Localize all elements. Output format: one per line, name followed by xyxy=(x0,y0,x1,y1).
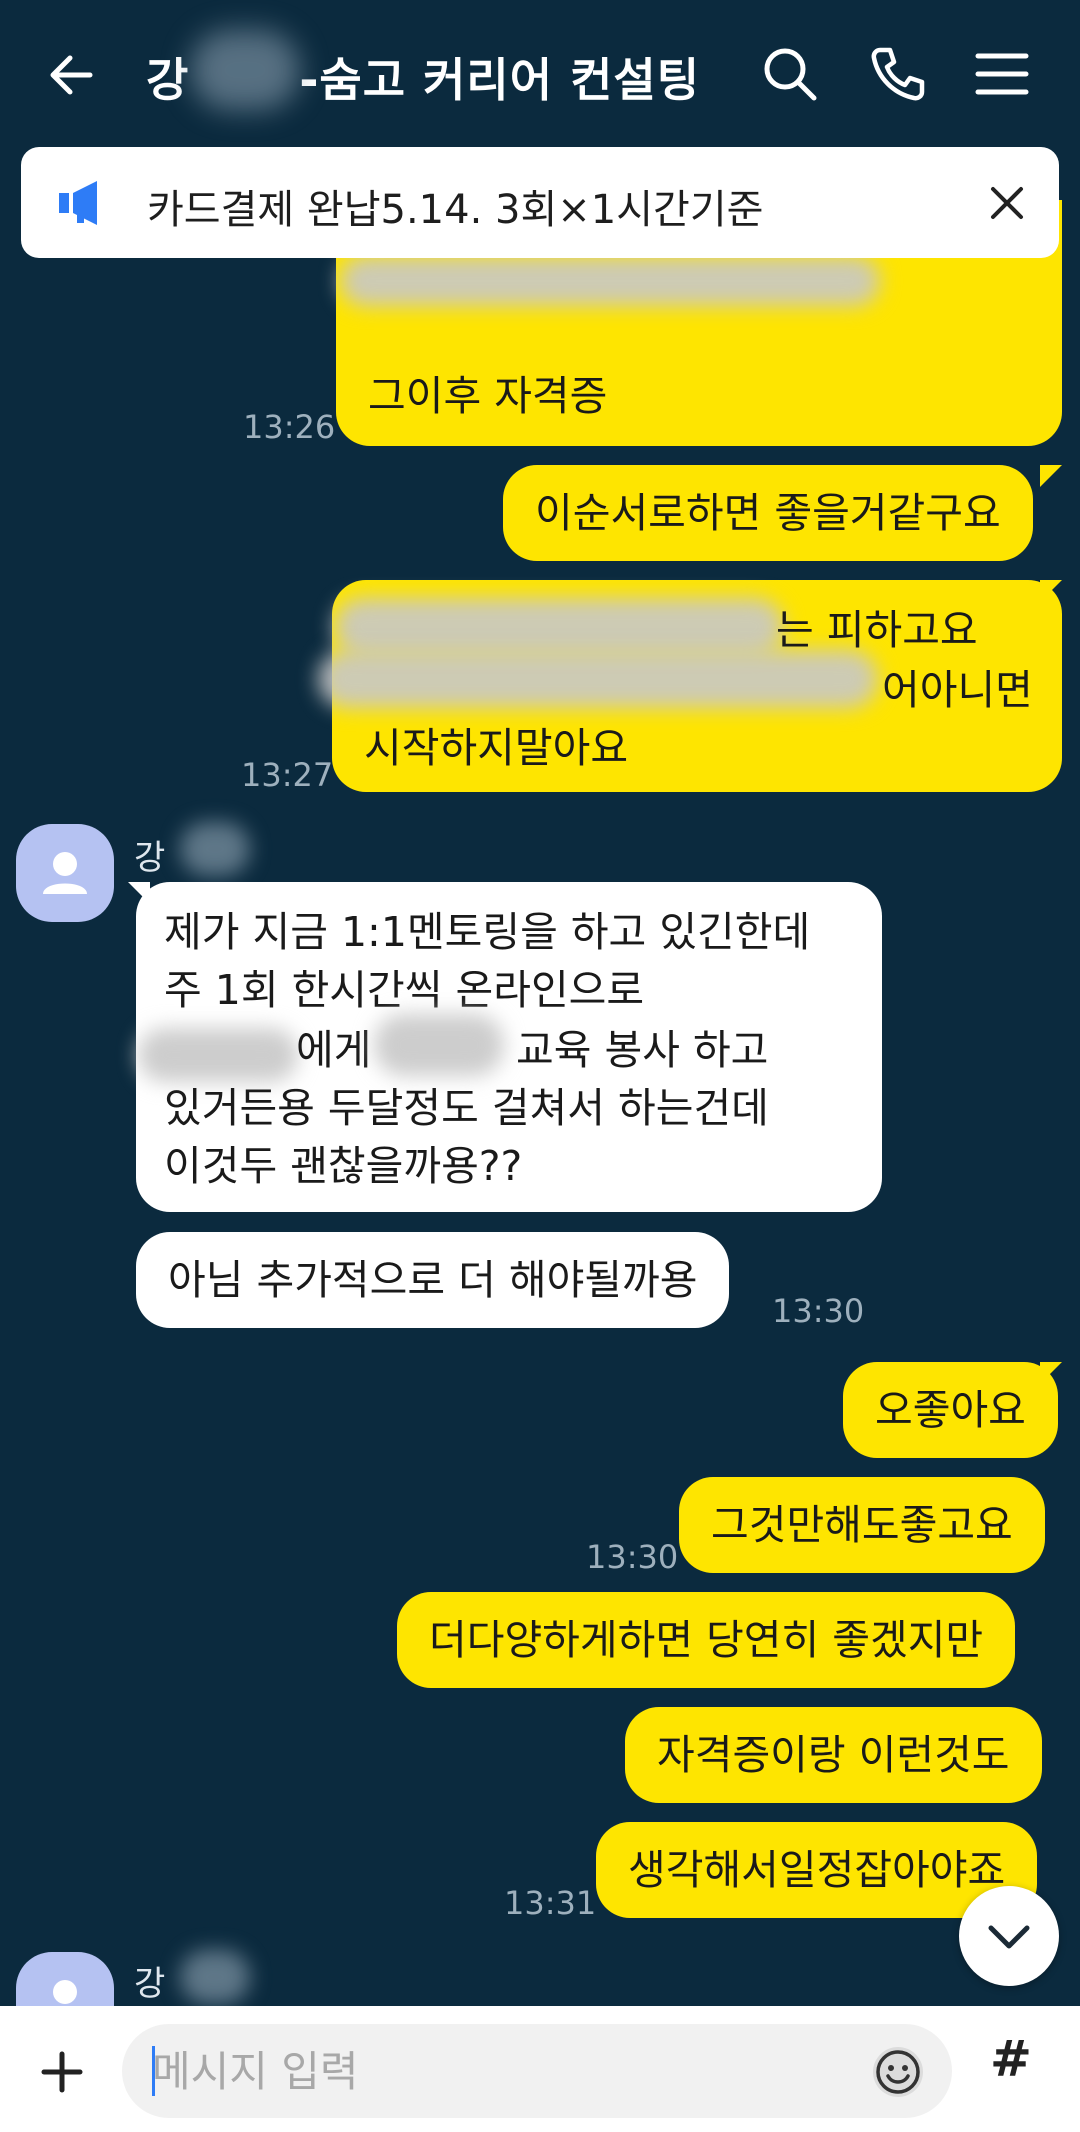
bubble-tail xyxy=(1040,580,1062,602)
message-text: 더다양하게하면 당연히 좋겠지만 xyxy=(429,1616,984,1664)
user-icon xyxy=(43,852,87,894)
message-input[interactable] xyxy=(152,2038,852,2104)
message-text: 아님 추가적으로 더 해야될까용 xyxy=(168,1256,698,1304)
message-time: 13:30 xyxy=(772,1292,865,1330)
redacted-name-blur xyxy=(180,822,250,876)
message-text: 자격증이랑 이런것도 xyxy=(657,1731,1010,1779)
message-text-line: 있거든용 두달정도 걸쳐서 하는건데 xyxy=(164,1084,769,1132)
plus-icon[interactable] xyxy=(32,2042,92,2102)
redacted-name-blur xyxy=(180,1950,250,2004)
my-message-bubble[interactable]: 이순서로하면 좋을거같구요 xyxy=(503,465,1033,561)
close-icon[interactable] xyxy=(989,185,1025,221)
their-message-bubble[interactable]: 아님 추가적으로 더 해야될까용 xyxy=(136,1232,730,1328)
emoji-icon[interactable] xyxy=(870,2044,926,2100)
sender-name: 강 xyxy=(134,1964,166,2004)
chat-header: 강 -숨고 커리어 컨설팅 xyxy=(0,0,1080,145)
search-icon[interactable] xyxy=(758,42,822,106)
message-text-line: 는 피하고요 xyxy=(776,606,978,654)
message-text-line: 이것두 괜찮을까용?? xyxy=(164,1142,523,1190)
redacted-text-blur xyxy=(340,256,880,306)
redacted-name-blur xyxy=(190,30,300,110)
my-message-bubble[interactable]: 는 피하고요 어아니면 시작하지말아요 xyxy=(318,580,1062,792)
bubble-tail xyxy=(1040,1362,1062,1384)
avatar[interactable] xyxy=(16,824,114,922)
message-time: 13:26 xyxy=(243,408,336,446)
hashtag-button[interactable]: # xyxy=(990,2030,1032,2088)
back-arrow-icon[interactable] xyxy=(40,40,110,110)
message-text: 오좋아요 xyxy=(875,1386,1026,1434)
redacted-text-blur xyxy=(334,598,784,656)
message-input-wrapper xyxy=(122,2024,952,2118)
message-text: 이순서로하면 좋을거같구요 xyxy=(535,489,1001,537)
sender-name: 강 xyxy=(134,838,166,878)
chat-title-prefix: 강 xyxy=(146,53,190,107)
megaphone-icon xyxy=(59,181,97,225)
message-text: 그것만해도좋고요 xyxy=(711,1501,1013,1549)
bubble-tail xyxy=(1040,465,1062,487)
message-time: 13:27 xyxy=(241,756,334,794)
my-message-bubble[interactable]: 오좋아요 xyxy=(843,1362,1058,1458)
redacted-text-blur xyxy=(374,1014,504,1076)
phone-icon[interactable] xyxy=(866,42,930,106)
their-message-bubble[interactable]: 제가 지금 1:1멘토링을 하고 있긴한데 주 1회 한시간씩 온라인으로 에게… xyxy=(136,882,882,1212)
bubble-tail xyxy=(128,882,150,904)
message-text-line: 어아니면 xyxy=(882,666,1033,714)
redacted-text-blur xyxy=(138,1028,298,1082)
chat-title-suffix: -숨고 커리어 컨설팅 xyxy=(299,53,701,107)
notice-text: 카드결제 완납5.14. 3회×1시간기준 xyxy=(147,187,764,233)
notice-banner[interactable]: 카드결제 완납5.14. 3회×1시간기준 xyxy=(21,147,1059,258)
text-caret xyxy=(152,2046,155,2096)
message-text: 생각해서일정잡아야죠 xyxy=(628,1846,1006,1894)
scroll-to-bottom-button[interactable] xyxy=(959,1886,1059,1986)
message-text: 그이후 자격증 xyxy=(368,372,608,420)
menu-icon[interactable] xyxy=(970,42,1034,106)
my-message-bubble[interactable]: 더다양하게하면 당연히 좋겠지만 xyxy=(397,1592,1016,1688)
message-text-line: 교육 봉사 하고 xyxy=(516,1026,769,1074)
message-input-bar: # xyxy=(0,2006,1080,2132)
redacted-text-blur xyxy=(318,650,878,708)
message-text-line: 주 1회 한시간씩 온라인으로 xyxy=(164,966,645,1014)
message-text-line: 시작하지말아요 xyxy=(364,724,629,772)
my-message-bubble[interactable]: 자격증이랑 이런것도 xyxy=(625,1707,1042,1803)
message-text-line: 에게 xyxy=(296,1026,372,1074)
message-time: 13:30 xyxy=(586,1538,679,1576)
my-message-bubble[interactable]: 그것만해도좋고요 xyxy=(679,1477,1045,1573)
message-time: 13:31 xyxy=(504,1884,597,1922)
message-text-line: 제가 지금 1:1멘토링을 하고 있긴한데 xyxy=(164,908,811,956)
chevron-down-icon xyxy=(988,1925,1030,1949)
